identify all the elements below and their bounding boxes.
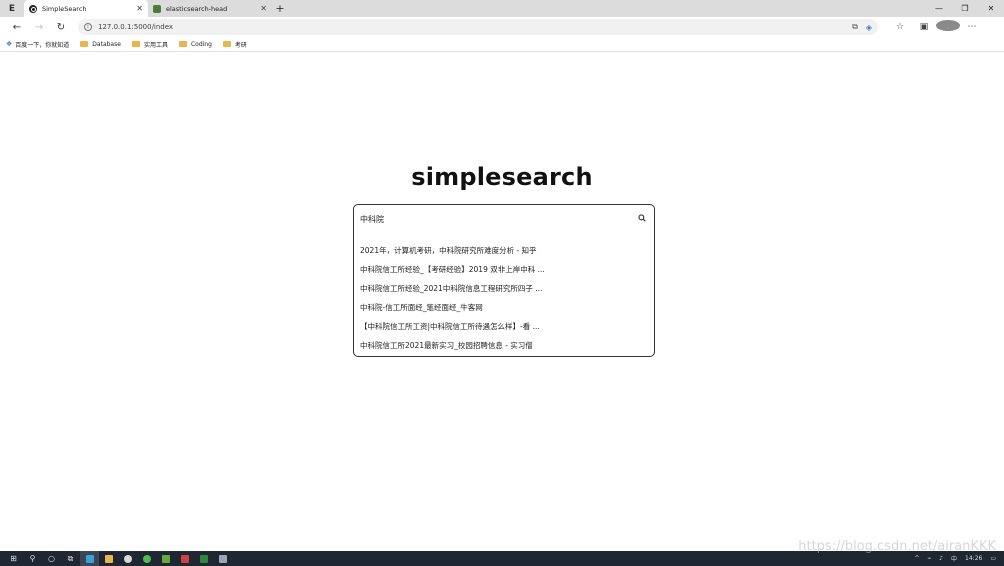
system-tray: ^ ⌁ ♪ 中 14:26 ▭ xyxy=(915,554,1004,563)
app-icon-shape xyxy=(161,554,170,563)
address-bar[interactable]: i 127.0.0.1:5000/index ⧉ ◈ xyxy=(78,19,878,35)
suggestion-item[interactable]: 中科院信工所2021最新实习_校园招聘信息 - 实习僧 xyxy=(360,336,650,355)
watermark: https://blog.csdn.net/airanKKK xyxy=(798,539,996,554)
search-icon[interactable]: ⚲ xyxy=(23,551,42,566)
collections-icon[interactable]: ▣ xyxy=(912,22,936,32)
task-view-icon[interactable]: ⧉ xyxy=(61,551,80,566)
info-icon[interactable]: i xyxy=(84,23,92,31)
bookmark-label: Database xyxy=(92,40,121,48)
notepad-icon[interactable] xyxy=(213,551,232,566)
suggestion-item[interactable]: 中科院-信工所面经_笔经面经_牛客网 xyxy=(360,298,650,317)
cortana-icon[interactable]: ○ xyxy=(42,551,61,566)
app-red-icon[interactable] xyxy=(175,551,194,566)
page-content: simplesearch 2021年，计算机考研，中科院研究所难度分析 - 知乎… xyxy=(0,53,1004,551)
forward-arrow-icon[interactable]: → xyxy=(28,22,50,33)
favorites-icon[interactable]: ☆ xyxy=(888,22,912,32)
more-icon[interactable]: ⋯ xyxy=(960,22,984,32)
pycharm-icon[interactable] xyxy=(194,551,213,566)
tab-title: SimpleSearch xyxy=(42,4,87,13)
network-icon[interactable]: ⌁ xyxy=(928,555,932,562)
bookmark-database[interactable]: Database xyxy=(80,41,121,48)
folder-icon xyxy=(104,554,113,563)
folder-icon xyxy=(222,41,231,47)
windows-start-icon[interactable]: ⊞ xyxy=(4,551,23,566)
suggestion-item[interactable]: 2021年，计算机考研，中科院研究所难度分析 - 知乎 xyxy=(360,241,650,260)
chrome-icon-shape xyxy=(123,554,132,563)
app-icon-shape xyxy=(218,554,227,563)
volume-icon[interactable]: ♪ xyxy=(939,555,943,562)
wechat-icon[interactable] xyxy=(137,551,156,566)
suggestion-item[interactable]: 中科院信工所经验_【考研经验】2019 双非上岸中科 ... xyxy=(360,260,650,279)
search-input[interactable] xyxy=(360,212,630,226)
bookmark-label: 百度一下，你就知道 xyxy=(15,41,70,49)
window-controls: — ❐ ✕ xyxy=(926,0,1004,17)
suggestion-list: 2021年，计算机考研，中科院研究所难度分析 - 知乎 中科院信工所经验_【考研… xyxy=(360,241,650,355)
suggestion-item[interactable]: 中科院信工所经验_2021中科院信息工程研究所四子 ... xyxy=(360,279,650,298)
bookmark-kaoyan[interactable]: 考研 xyxy=(222,40,247,49)
app-icon-shape xyxy=(199,554,208,563)
edge-icon-shape xyxy=(85,554,94,563)
address-url[interactable]: 127.0.0.1:5000/index xyxy=(98,23,844,31)
app-icon-shape xyxy=(180,554,189,563)
tab-actions-icon[interactable]: E xyxy=(0,0,24,17)
toolbar-icons: ☆ ▣ ⋯ xyxy=(888,20,984,34)
reader-icon[interactable]: ⧉ xyxy=(852,22,858,32)
new-tab-button[interactable]: + xyxy=(272,0,288,17)
refresh-icon[interactable]: ↻ xyxy=(50,22,72,33)
edge-icon[interactable] xyxy=(80,551,99,566)
tab-simplesearch[interactable]: SimpleSearch ✕ xyxy=(24,0,148,17)
folder-icon xyxy=(80,41,89,47)
avatar[interactable] xyxy=(936,20,960,31)
file-explorer-icon[interactable] xyxy=(99,551,118,566)
search-box: 2021年，计算机考研，中科院研究所难度分析 - 知乎 中科院信工所经验_【考研… xyxy=(353,204,655,357)
tab-title: elasticsearch-head xyxy=(166,4,228,13)
chrome-icon[interactable] xyxy=(118,551,137,566)
bookmark-label: 考研 xyxy=(234,41,247,49)
bookmarks-bar: ❖ 百度一下，你就知道 Database 实用工具 Coding 考研 xyxy=(0,37,1004,52)
bookmark-label: 实用工具 xyxy=(143,41,168,49)
close-icon[interactable]: ✕ xyxy=(136,4,143,13)
notification-icon[interactable]: ▭ xyxy=(990,555,996,562)
bookmark-baidu[interactable]: ❖ 百度一下，你就知道 xyxy=(6,40,69,49)
ime-icon[interactable]: 中 xyxy=(951,554,957,563)
elasticsearch-favicon-icon xyxy=(153,4,161,13)
bookmark-tools[interactable]: 实用工具 xyxy=(131,40,168,49)
restore-icon[interactable]: ❐ xyxy=(952,4,978,13)
chevron-up-icon[interactable]: ^ xyxy=(915,555,920,562)
search-icon[interactable] xyxy=(638,214,646,222)
wechat-icon-shape xyxy=(142,554,151,563)
browser-toolbar: ← → ↻ i 127.0.0.1:5000/index ⧉ ◈ ☆ ▣ ⋯ xyxy=(0,17,1004,37)
close-icon[interactable]: ✕ xyxy=(260,4,267,13)
extension-icon[interactable]: ◈ xyxy=(866,23,872,32)
close-window-icon[interactable]: ✕ xyxy=(978,4,1004,13)
bookmark-label: Coding xyxy=(190,40,212,48)
folder-icon xyxy=(131,41,140,47)
bookmark-coding[interactable]: Coding xyxy=(178,40,212,48)
star-icon: ❖ xyxy=(6,40,13,48)
site-logo: simplesearch xyxy=(411,163,593,191)
app-green-icon[interactable] xyxy=(156,551,175,566)
clock[interactable]: 14:26 xyxy=(965,555,982,562)
folder-icon xyxy=(178,41,187,47)
back-arrow-icon[interactable]: ← xyxy=(6,22,28,33)
minimize-icon[interactable]: — xyxy=(926,4,952,13)
search-favicon-icon xyxy=(29,4,37,13)
tab-bar: E SimpleSearch ✕ elasticsearch-head ✕ + … xyxy=(0,0,1004,17)
profile-icon[interactable] xyxy=(936,20,960,34)
suggestion-item[interactable]: 【中科院信工所工资|中科院信工所待遇怎么样】-看 ... xyxy=(360,317,650,336)
tab-elasticsearch-head[interactable]: elasticsearch-head ✕ xyxy=(148,0,272,17)
